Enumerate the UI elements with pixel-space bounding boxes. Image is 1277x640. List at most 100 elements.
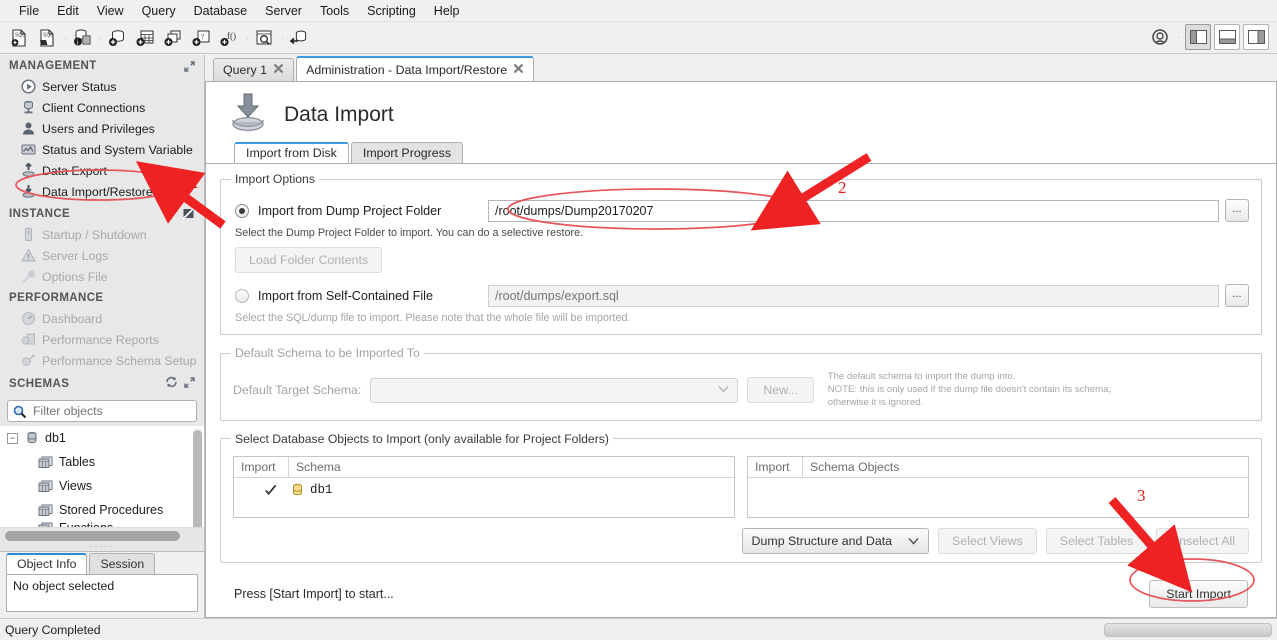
table-row[interactable]: db1 [234,478,734,502]
svg-text:SQL: SQL [43,32,53,38]
toggle-sidebar-icon[interactable] [1185,24,1211,50]
schema-import-checkbox[interactable] [264,483,277,496]
sidebar-item-performance-schema-setup[interactable]: Performance Schema Setup [0,350,204,371]
browse-folder-button[interactable]: ... [1225,199,1249,222]
toggle-panel-icon[interactable] [1243,24,1269,50]
create-view-icon[interactable] [160,25,186,51]
toolbar-separator: · [246,32,249,43]
import-from-file-row: Import from Self-Contained File ... [235,284,1249,307]
close-icon[interactable] [273,63,284,77]
import-from-disk-panel: Import Options Import from Dump Project … [206,164,1276,608]
sidebar-item-label: Dashboard [42,311,103,326]
data-import-icon [20,184,37,200]
search-data-icon[interactable] [251,25,277,51]
sidebar-splitter-grip[interactable]: ····· [0,542,204,551]
users-privileges-icon [20,121,37,137]
sidebar-item-server-status[interactable]: Server Status [0,76,204,97]
expand-icon[interactable] [184,376,195,391]
sidebar-item-data-export[interactable]: Data Export [0,160,204,181]
sidebar-item-users-and-privileges[interactable]: Users and Privileges [0,118,204,139]
tab-import-from-disk[interactable]: Import from Disk [234,142,349,163]
create-function-icon[interactable]: f() [216,25,242,51]
menu-item-server[interactable]: Server [256,2,311,20]
tree-item-tables[interactable]: Tables [0,450,204,474]
import-from-file-radio[interactable] [235,288,249,303]
new-schema-button[interactable]: New... [747,377,814,404]
schema-list[interactable]: Import Schema db1 [233,455,735,518]
sidebar-item-options-file[interactable]: Options File [0,266,204,287]
tree-item-label: Views [59,479,93,493]
sidebar-item-status-and-system-variables[interactable]: Status and System Variable [0,139,204,160]
import-from-folder-label: Import from Dump Project Folder [258,203,442,218]
tab-session[interactable]: Session [89,553,156,574]
chevron-down-icon [908,534,919,548]
reconnect-server-icon[interactable] [286,25,312,51]
tree-item-views[interactable]: Views [0,474,204,498]
default-schema-row: Default Target Schema: New... The defaul… [233,371,1249,410]
close-icon[interactable] [513,63,524,77]
import-options-legend: Import Options [235,172,315,186]
self-contained-file-input[interactable] [488,284,1219,307]
create-schema-icon[interactable] [104,25,130,51]
tree-expander-icon[interactable]: − [7,432,18,444]
import-options-group: Import Options Import from Dump Project … [220,172,1262,335]
select-views-button[interactable]: Select Views [938,527,1037,554]
tab-import-progress[interactable]: Import Progress [350,142,464,163]
menu-item-scripting[interactable]: Scripting [358,2,425,20]
page-title: Data Import [284,102,394,126]
data-export-icon [20,163,37,179]
unselect-all-button[interactable]: Unselect All [1156,527,1249,554]
sidebar-item-startup-shutdown[interactable]: Startup / Shutdown [0,224,204,245]
menu-item-help[interactable]: Help [425,2,469,20]
menu-item-tools[interactable]: Tools [311,2,358,20]
refresh-icon[interactable] [165,376,178,391]
create-procedure-icon[interactable]: ? [188,25,214,51]
import-from-folder-radio[interactable] [235,203,249,218]
connection-info-icon[interactable]: i [69,25,95,51]
sidebar-item-performance-reports[interactable]: Performance Reports [0,329,204,350]
editor-tab-administration-data-import-restore[interactable]: Administration - Data Import/Restore [296,56,535,81]
tab-object-info[interactable]: Object Info [6,553,88,574]
sidebar-item-client-connections[interactable]: Client Connections [0,97,204,118]
annotation-number-1: 1 [191,173,200,192]
toggle-secondary-sidebar-icon[interactable] [1147,24,1173,50]
sidebar-item-label: Data Export [42,163,107,178]
tree-horizontal-scrollbar[interactable] [0,527,204,543]
new-sql-tab-icon[interactable]: SQL [6,25,32,51]
sidebar-item-data-import-restore[interactable]: Data Import/Restore [0,181,204,202]
toolbar-right-group: · [1147,24,1269,50]
dump-folder-path-input[interactable] [488,199,1219,222]
open-sql-script-icon[interactable]: SQL [34,25,60,51]
menu-item-database[interactable]: Database [185,2,257,20]
tree-item-db1[interactable]: − db1 [0,426,204,450]
filter-objects-input[interactable] [31,403,194,419]
schema-tree[interactable]: − db1 Tables Views Stored Procedures [0,426,204,527]
browse-file-button[interactable]: ... [1225,284,1249,307]
tree-hscroll-thumb[interactable] [5,531,180,541]
tree-scrollbar-thumb[interactable] [193,430,202,527]
menu-item-view[interactable]: View [88,2,133,20]
expand-icon[interactable] [184,60,195,72]
select-tables-button[interactable]: Select Tables [1045,527,1148,554]
schema-name-cell: db1 [310,482,333,497]
filter-box[interactable] [7,400,197,422]
toolbar-separator: · [64,32,67,43]
menu-item-file[interactable]: File [10,2,48,20]
sidebar-item-server-logs[interactable]: Server Logs [0,245,204,266]
create-table-icon[interactable] [132,25,158,51]
dashboard-icon [20,311,37,327]
load-folder-row: Load Folder Contents [235,247,1249,273]
status-variables-icon [20,142,37,158]
start-import-button[interactable]: Start Import [1149,579,1248,608]
menu-item-query[interactable]: Query [133,2,185,20]
load-folder-contents-button[interactable]: Load Folder Contents [235,247,383,273]
default-target-schema-select[interactable] [370,377,739,403]
dump-type-select[interactable]: Dump Structure and Data [741,527,930,554]
tree-item-stored-procedures[interactable]: Stored Procedures [0,498,204,522]
toggle-output-icon[interactable] [1214,24,1240,50]
schema-objects-list[interactable]: Import Schema Objects [747,455,1249,518]
menu-item-edit[interactable]: Edit [48,2,88,20]
objects-list-header-import: Import [748,456,803,477]
editor-tab-query-1[interactable]: Query 1 [213,58,295,81]
sidebar-item-dashboard[interactable]: Dashboard [0,308,204,329]
